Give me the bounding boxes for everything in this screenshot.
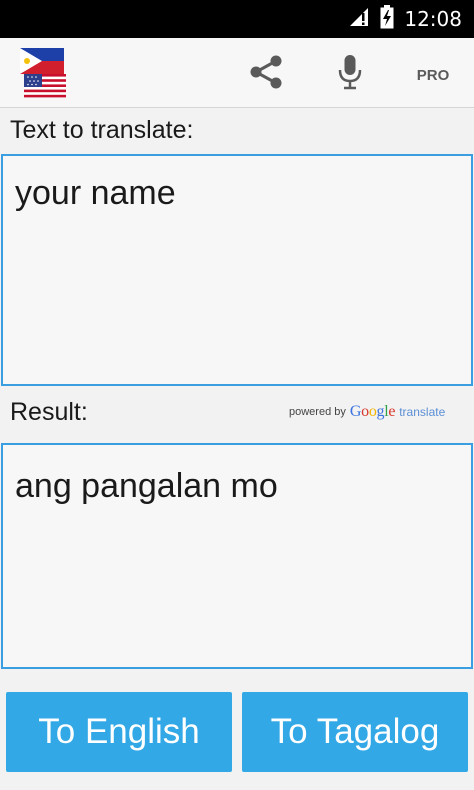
powered-by-google: powered by Google translate xyxy=(289,402,445,422)
to-english-button[interactable]: To English xyxy=(6,692,232,772)
signal-icon xyxy=(348,7,370,31)
pro-button[interactable]: PRO xyxy=(404,60,462,90)
google-logo: Google xyxy=(349,403,396,420)
to-tagalog-button[interactable]: To Tagalog xyxy=(242,692,468,772)
share-icon xyxy=(248,54,284,94)
philippines-us-flag-icon[interactable] xyxy=(16,46,70,102)
clock: 12:08 xyxy=(404,7,462,31)
battery-charging-icon xyxy=(380,5,394,33)
status-bar: 12:08 xyxy=(0,0,474,38)
source-label: Text to translate: xyxy=(10,116,194,144)
result-text-output[interactable]: ang pangalan mo xyxy=(1,443,473,669)
share-button[interactable] xyxy=(246,54,286,94)
powered-by-text: powered by xyxy=(289,406,346,418)
microphone-icon xyxy=(337,54,363,94)
source-text-input[interactable]: your name xyxy=(1,154,473,386)
voice-input-button[interactable] xyxy=(332,54,368,94)
translate-text: translate xyxy=(399,405,446,419)
result-label: Result: xyxy=(10,398,88,426)
action-bar: PRO xyxy=(0,38,474,108)
